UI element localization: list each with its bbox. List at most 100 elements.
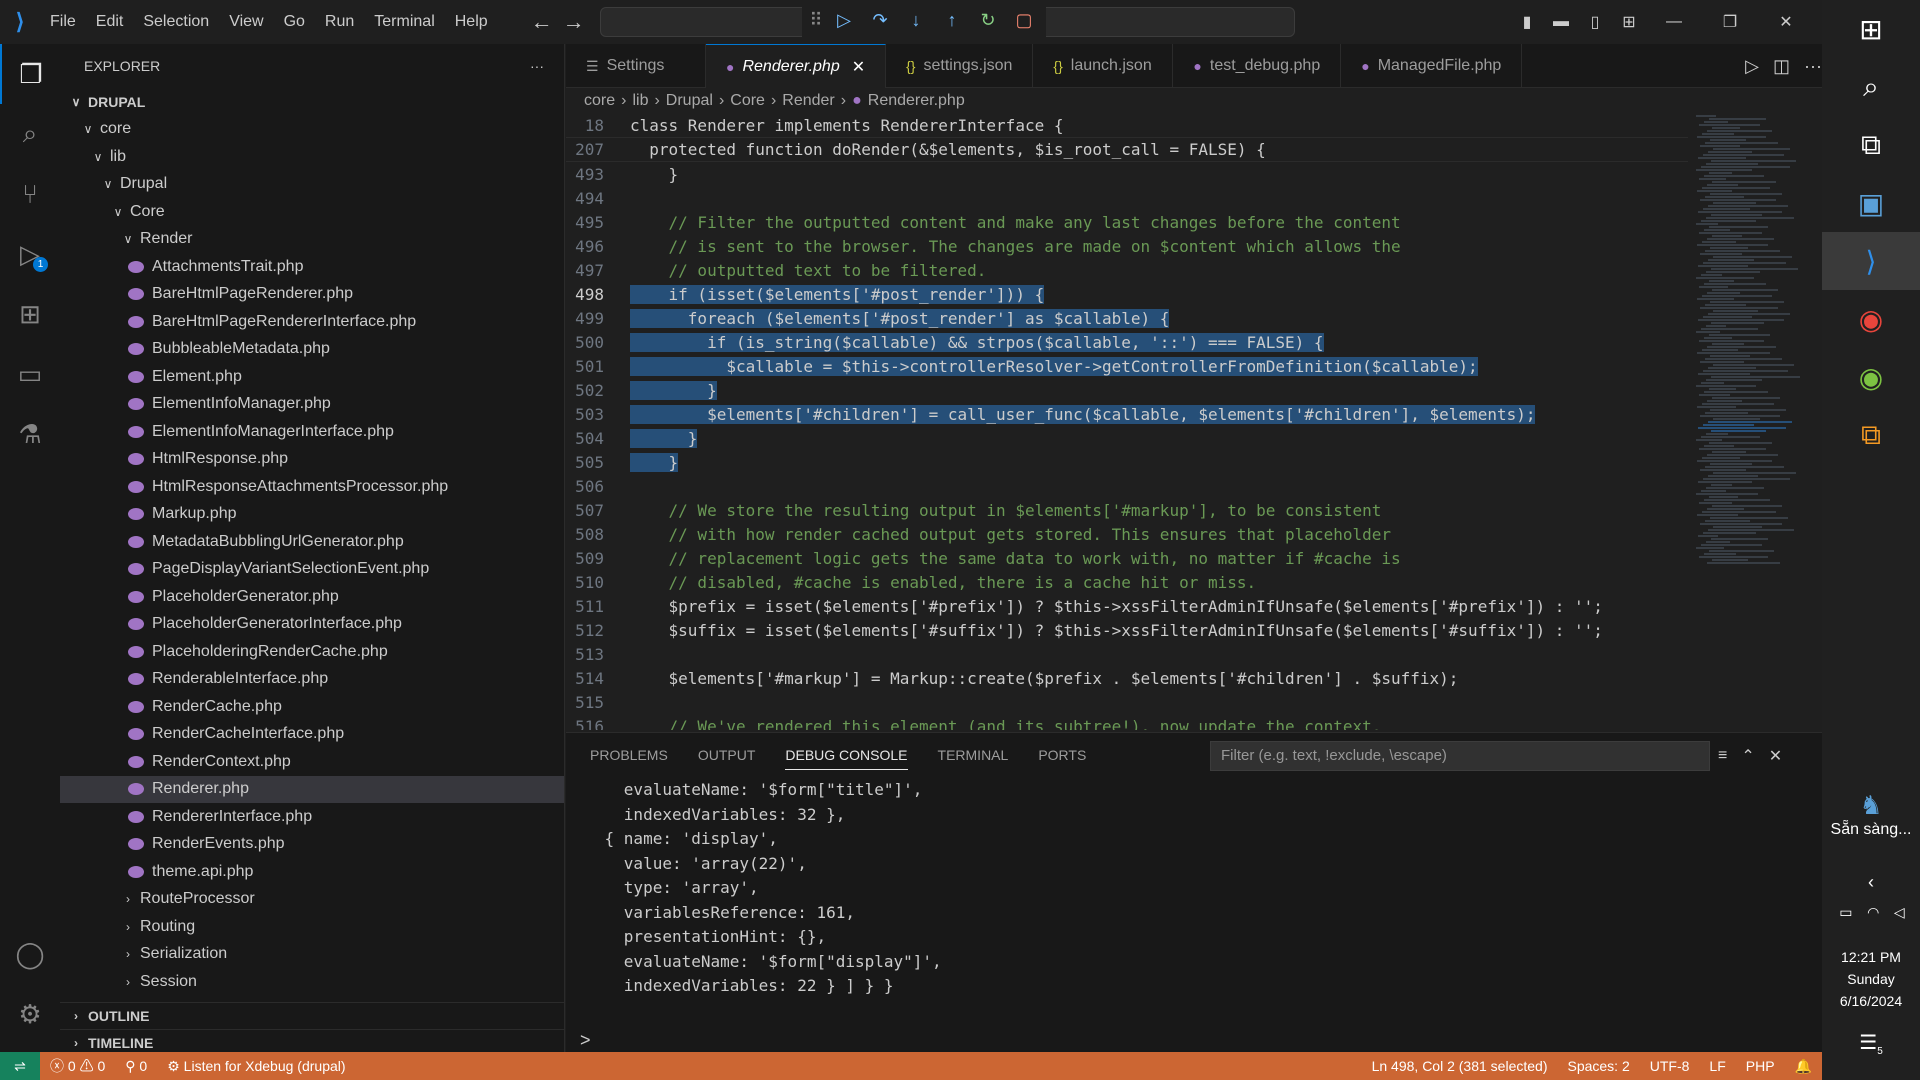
close-tab-icon[interactable]: ✕ (852, 57, 865, 77)
breadcrumb-file[interactable]: Renderer.php (868, 92, 965, 110)
file-item[interactable]: PlaceholderGeneratorInterface.php (60, 611, 564, 639)
toggle-panel-icon[interactable]: ▬ (1544, 13, 1578, 31)
folder-item[interactable]: › RouteProcessor (60, 886, 564, 914)
file-item[interactable]: HtmlResponse.php (60, 446, 564, 474)
forward-arrow-icon[interactable]: → (558, 9, 590, 35)
step-over-icon[interactable]: ↷ (864, 10, 896, 31)
continue-icon[interactable]: ▷ (828, 10, 860, 31)
task-view-icon[interactable]: ⧉ (1822, 116, 1920, 174)
tab-ports[interactable]: PORTS (1038, 747, 1086, 763)
app-icon[interactable]: ▣ (1822, 174, 1920, 232)
folder-drupal-root[interactable]: ∨ DRUPAL (60, 88, 564, 116)
tab-managedfile-php[interactable]: ● ManagedFile.php (1341, 44, 1523, 88)
more-actions-icon[interactable]: ··· (1804, 56, 1822, 77)
indentation[interactable]: Spaces: 2 (1557, 1058, 1639, 1074)
menu-file[interactable]: File (40, 0, 86, 44)
file-item[interactable]: RenderCacheInterface.php (60, 721, 564, 749)
folder-item[interactable]: › Session (60, 968, 564, 996)
breadcrumb-core-sub[interactable]: Core (730, 92, 765, 110)
chrome-icon[interactable]: ◉ (1822, 290, 1920, 348)
tab-output[interactable]: OUTPUT (698, 747, 756, 763)
tab-settings[interactable]: ☰ Settings (566, 44, 706, 88)
restart-icon[interactable]: ↻ (972, 10, 1004, 31)
tab-settings-json[interactable]: {} settings.json (886, 44, 1034, 88)
problems-status[interactable]: ⓧ 0 ⚠ 0 (40, 1056, 115, 1076)
vscode-taskbar-icon[interactable]: ⟩ (1822, 232, 1920, 290)
show-hidden-icons-icon[interactable]: ‹ (1822, 872, 1920, 893)
ports-status[interactable]: ⚲ 0 (115, 1058, 157, 1075)
debug-config-status[interactable]: ⚙ Listen for Xdebug (drupal) (157, 1058, 355, 1075)
drag-handle-icon[interactable]: ⠿ (808, 10, 824, 31)
notification-center-icon[interactable]: ☰5 (1822, 1030, 1920, 1057)
file-item[interactable]: RenderCache.php (60, 693, 564, 721)
account-icon[interactable]: ◯ (0, 924, 60, 984)
file-item[interactable]: Element.php (60, 363, 564, 391)
file-item[interactable]: AttachmentsTrait.php (60, 253, 564, 281)
file-item[interactable]: PlaceholderGenerator.php (60, 583, 564, 611)
clear-console-icon[interactable]: ≡ (1718, 747, 1727, 765)
more-actions-icon[interactable]: ··· (530, 58, 544, 74)
toggle-secondary-sidebar-icon[interactable]: ▯ (1578, 12, 1612, 32)
breadcrumb-lib[interactable]: lib (632, 92, 648, 110)
run-file-icon[interactable]: ▷ (1745, 56, 1759, 77)
tab-test-debug-php[interactable]: ● test_debug.php (1173, 44, 1342, 88)
notifications-bell-icon[interactable]: 🔔 (1785, 1058, 1822, 1075)
tab-renderer-php[interactable]: ● Renderer.php ✕ (706, 44, 887, 88)
folder-render[interactable]: ∨ Render (60, 226, 564, 254)
chrome-canary-icon[interactable]: ◉ (1822, 348, 1920, 406)
wifi-icon[interactable]: ◠ (1867, 904, 1879, 921)
menu-terminal[interactable]: Terminal (364, 0, 444, 44)
extensions-icon[interactable]: ⊞ (0, 284, 60, 344)
menu-edit[interactable]: Edit (86, 0, 134, 44)
outline-section[interactable]: › OUTLINE (60, 1002, 565, 1030)
file-item[interactable]: Markup.php (60, 501, 564, 529)
editor-scrollbar[interactable] (1808, 114, 1822, 730)
menu-run[interactable]: Run (315, 0, 364, 44)
folder-item[interactable]: › Serialization (60, 941, 564, 969)
file-item[interactable]: BareHtmlPageRenderer.php (60, 281, 564, 309)
volume-icon[interactable]: ◁ (1894, 904, 1905, 921)
breadcrumb-core[interactable]: core (584, 92, 615, 110)
console-filter-input[interactable]: Filter (e.g. text, !exclude, \escape) (1210, 741, 1710, 771)
file-item[interactable]: RendererInterface.php (60, 803, 564, 831)
folder-core-sub[interactable]: ∨ Core (60, 198, 564, 226)
file-item[interactable]: RenderEvents.php (60, 831, 564, 859)
remote-explorer-icon[interactable]: ▭ (0, 344, 60, 404)
file-item[interactable]: BubbleableMetadata.php (60, 336, 564, 364)
toggle-sidebar-icon[interactable]: ▮ (1510, 12, 1544, 32)
back-arrow-icon[interactable]: ← (526, 9, 558, 35)
file-item[interactable]: BareHtmlPageRendererInterface.php (60, 308, 564, 336)
search-icon[interactable]: ⌕ (1822, 58, 1920, 116)
maximize-panel-icon[interactable]: ⌃ (1741, 746, 1754, 766)
menu-view[interactable]: View (219, 0, 273, 44)
folder-core[interactable]: ∨ core (60, 116, 564, 144)
file-item[interactable]: PageDisplayVariantSelectionEvent.php (60, 556, 564, 584)
step-out-icon[interactable]: ↑ (936, 10, 968, 31)
menu-selection[interactable]: Selection (133, 0, 219, 44)
customize-layout-icon[interactable]: ⊞ (1612, 12, 1646, 32)
end-of-line[interactable]: LF (1699, 1058, 1735, 1074)
console-prompt[interactable]: > (580, 1030, 591, 1051)
disconnect-icon[interactable]: ▢ (1008, 10, 1040, 31)
menu-help[interactable]: Help (445, 0, 498, 44)
clock[interactable]: 12:21 PM Sunday 6/16/2024 (1822, 946, 1920, 1012)
unikey-status[interactable]: ♞ Sẵn sàng... (1822, 790, 1920, 839)
close-panel-icon[interactable]: ✕ (1769, 746, 1782, 766)
minimize-icon[interactable]: — (1646, 13, 1702, 31)
source-control-icon[interactable]: ⑂ (0, 164, 60, 224)
encoding[interactable]: UTF-8 (1640, 1058, 1700, 1074)
file-item[interactable]: RenderContext.php (60, 748, 564, 776)
testing-icon[interactable]: ⚗ (0, 404, 60, 464)
file-item[interactable]: ElementInfoManagerInterface.php (60, 418, 564, 446)
file-item[interactable]: ElementInfoManager.php (60, 391, 564, 419)
split-editor-icon[interactable]: ◫ (1773, 56, 1790, 77)
code-editor[interactable]: 18 class Renderer implements RendererInte… (566, 114, 1688, 730)
remote-indicator-icon[interactable]: ⇌ (0, 1052, 40, 1080)
run-debug-icon[interactable]: ▷ 1 (0, 224, 60, 284)
folder-lib[interactable]: ∨ lib (60, 143, 564, 171)
file-item[interactable]: HtmlResponseAttachmentsProcessor.php (60, 473, 564, 501)
close-window-icon[interactable]: ✕ (1758, 12, 1814, 32)
breadcrumb-render[interactable]: Render (782, 92, 834, 110)
file-item[interactable]: RenderableInterface.php (60, 666, 564, 694)
tab-debug-console[interactable]: DEBUG CONSOLE (785, 747, 908, 770)
